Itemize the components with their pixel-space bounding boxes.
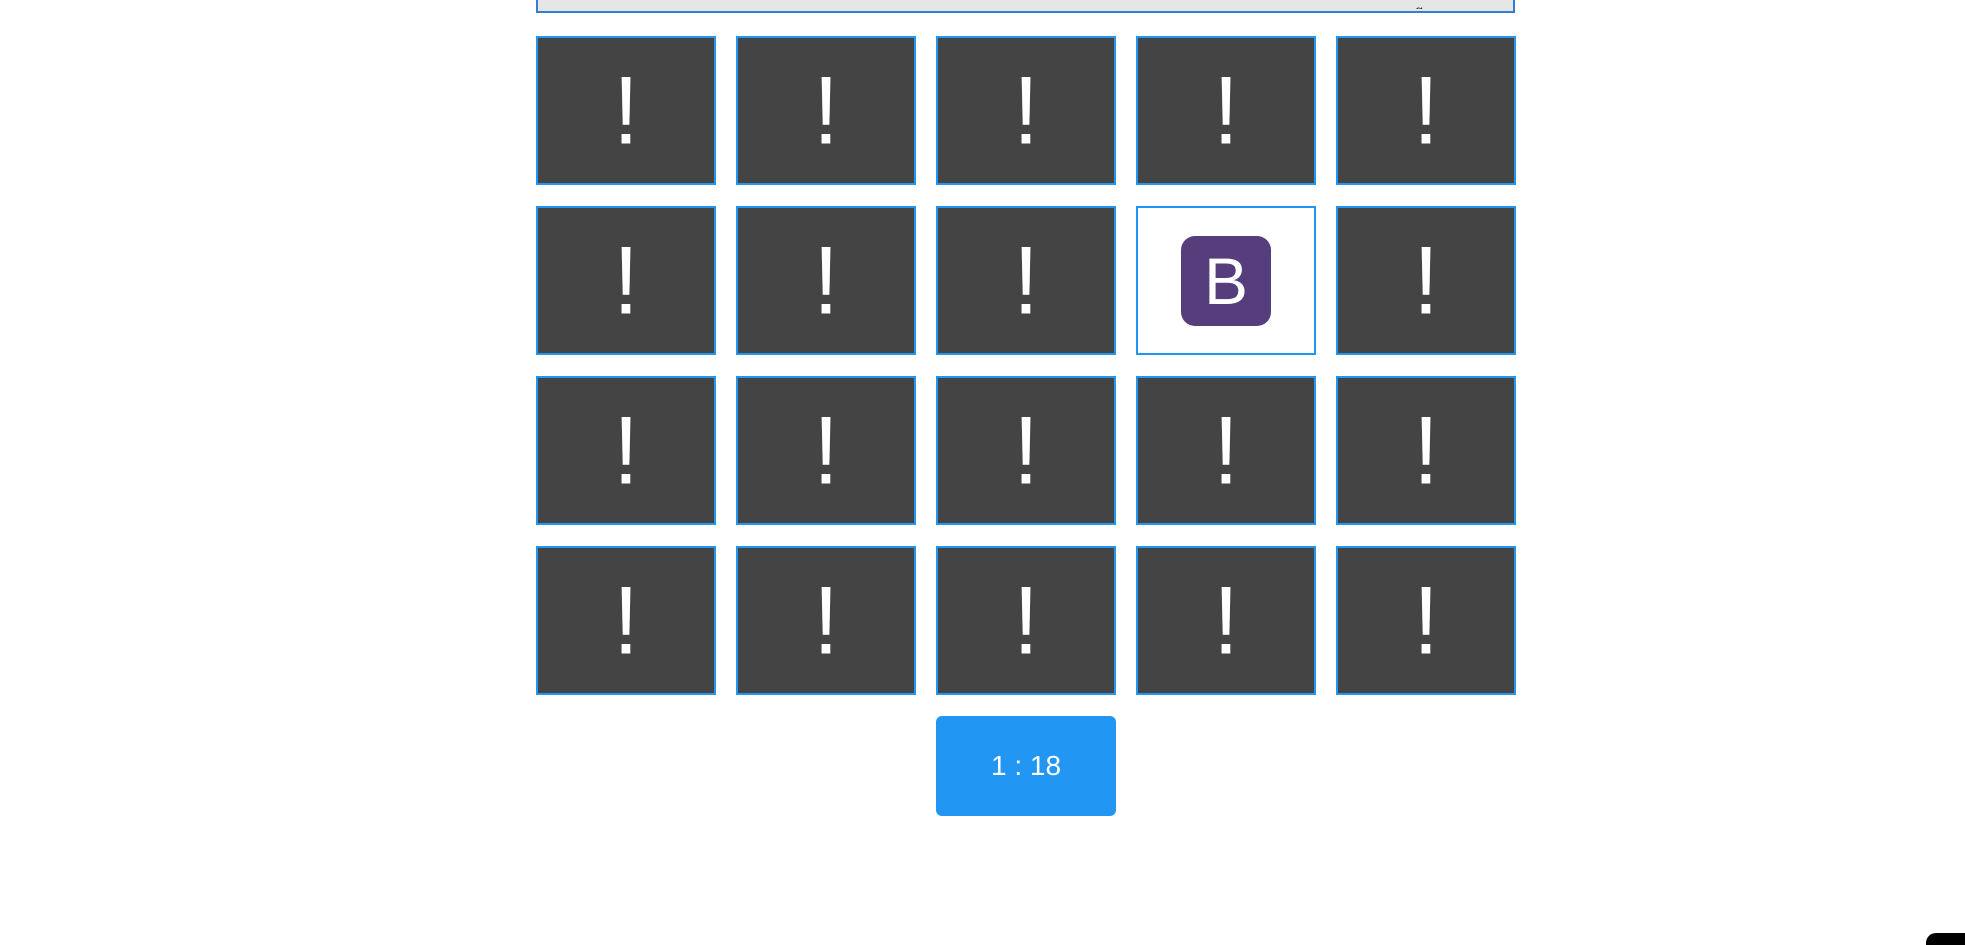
exclamation-icon: ! [1413,396,1439,505]
exclamation-icon: ! [613,56,639,165]
exclamation-icon: ! [1213,396,1239,505]
exclamation-icon: ! [1413,566,1439,675]
timer-button[interactable]: 1 : 18 [936,716,1116,816]
exclamation-icon: ! [1213,566,1239,675]
card-hidden[interactable]: ! [1136,376,1316,525]
card-hidden[interactable]: ! [736,206,916,355]
exclamation-icon: ! [1013,226,1039,335]
card-hidden[interactable]: ! [536,546,716,695]
top-bar-text: g [1415,3,1423,9]
top-bar: g [536,0,1515,13]
card-hidden[interactable]: ! [536,36,716,185]
card-hidden[interactable]: ! [1136,546,1316,695]
card-hidden[interactable]: ! [536,376,716,525]
exclamation-icon: ! [613,226,639,335]
exclamation-icon: ! [1013,566,1039,675]
exclamation-icon: ! [1413,56,1439,165]
exclamation-icon: ! [1413,226,1439,335]
bootstrap-logo-icon: B [1181,235,1271,326]
exclamation-icon: ! [1013,396,1039,505]
exclamation-icon: ! [813,226,839,335]
exclamation-icon: ! [1013,56,1039,165]
card-hidden[interactable]: ! [736,376,916,525]
exclamation-icon: ! [813,566,839,675]
card-hidden[interactable]: ! [736,546,916,695]
card-hidden[interactable]: ! [536,206,716,355]
card-hidden[interactable]: ! [936,376,1116,525]
card-hidden[interactable]: ! [1336,36,1516,185]
card-hidden[interactable]: ! [936,36,1116,185]
card-hidden[interactable]: ! [1336,376,1516,525]
card-hidden[interactable]: ! [736,36,916,185]
card-hidden[interactable]: ! [936,206,1116,355]
logo-letter: B [1203,243,1249,318]
corner-badge [1926,933,1965,945]
card-revealed[interactable]: B [1136,206,1316,355]
card-grid: !!!!!!!! B!!!!!!!!!!! [536,36,1516,695]
exclamation-icon: ! [613,396,639,505]
card-hidden[interactable]: ! [1336,206,1516,355]
card-hidden[interactable]: ! [936,546,1116,695]
exclamation-icon: ! [813,396,839,505]
exclamation-icon: ! [1213,56,1239,165]
card-hidden[interactable]: ! [1336,546,1516,695]
exclamation-icon: ! [613,566,639,675]
card-hidden[interactable]: ! [1136,36,1316,185]
exclamation-icon: ! [813,56,839,165]
